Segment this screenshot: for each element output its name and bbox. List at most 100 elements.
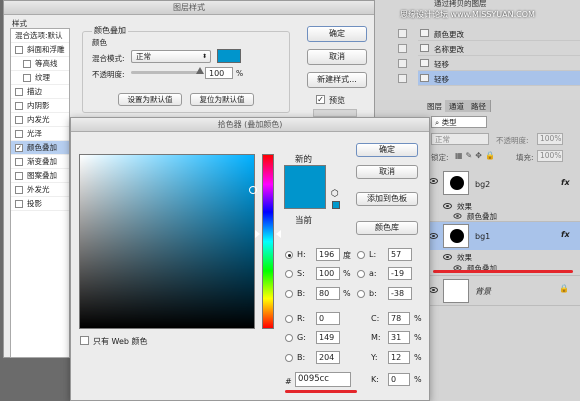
a-radio[interactable] <box>357 270 365 278</box>
style-item-outer-glow[interactable]: 外发光 <box>11 183 69 197</box>
color-libraries-button[interactable]: 颜色库 <box>356 221 418 235</box>
brightness-radio[interactable] <box>285 290 293 298</box>
style-item-gradient-overlay[interactable]: 渐变叠加 <box>11 155 69 169</box>
style-checkbox[interactable] <box>15 172 23 180</box>
set-default-button[interactable]: 设置为默认值 <box>118 93 182 106</box>
effect-eye-icon[interactable] <box>453 213 462 219</box>
hex-input[interactable]: 0095cc <box>295 372 351 387</box>
c-input[interactable]: 78 <box>388 312 410 325</box>
opacity-slider-thumb[interactable] <box>196 67 204 74</box>
style-item-inner-glow[interactable]: 内发光 <box>11 113 69 127</box>
history-checkbox[interactable] <box>398 59 407 68</box>
history-checkbox[interactable] <box>398 74 407 83</box>
history-item[interactable]: 轻移 <box>398 56 580 71</box>
lock-icons[interactable]: ▦✎✥🔒 <box>455 151 498 160</box>
y-input[interactable]: 12 <box>388 351 410 364</box>
style-item-drop-shadow[interactable]: 投影 <box>11 197 69 211</box>
history-item[interactable]: 颜色更改 <box>398 26 580 41</box>
layer-name[interactable]: bg1 <box>475 232 490 241</box>
style-item-contour[interactable]: 等高线 <box>11 57 69 71</box>
current-color-swatch[interactable] <box>284 187 326 209</box>
history-checkbox[interactable] <box>398 44 407 53</box>
l-radio[interactable] <box>357 251 365 259</box>
hue-slider[interactable] <box>262 154 274 329</box>
history-checkbox[interactable] <box>398 29 407 38</box>
style-checkbox[interactable] <box>15 186 23 194</box>
g-input[interactable]: 149 <box>316 331 340 344</box>
h-radio[interactable] <box>285 251 293 259</box>
cancel-button[interactable]: 取消 <box>356 165 418 179</box>
ok-button[interactable]: 确定 <box>356 143 418 157</box>
h-input[interactable]: 196 <box>316 248 340 261</box>
opacity-slider[interactable] <box>131 71 201 74</box>
cancel-button[interactable]: 取消 <box>307 49 367 65</box>
saturation-brightness-field[interactable] <box>79 154 257 329</box>
g-radio[interactable] <box>285 334 293 342</box>
kind-filter[interactable]: ⌕ 类型 <box>431 116 487 128</box>
fx-icon[interactable]: fx <box>561 178 570 187</box>
s-radio[interactable] <box>285 270 293 278</box>
visibility-eye-icon[interactable] <box>429 287 438 293</box>
effects-eye-icon[interactable] <box>443 203 452 209</box>
opacity-input[interactable]: 100 <box>205 67 233 79</box>
ok-button[interactable]: 确定 <box>307 26 367 42</box>
fx-icon[interactable]: fx <box>561 230 570 239</box>
l-input[interactable]: 57 <box>388 248 412 261</box>
overlay-color-swatch[interactable] <box>217 49 241 63</box>
s-input[interactable]: 100 <box>316 267 340 280</box>
r-input[interactable]: 0 <box>316 312 340 325</box>
fill-field[interactable]: 100% <box>537 150 563 162</box>
r-radio[interactable] <box>285 315 293 323</box>
new-style-button[interactable]: 新建样式... <box>307 72 367 88</box>
style-checkbox[interactable] <box>15 116 23 124</box>
style-checkbox[interactable] <box>15 88 23 96</box>
cube-icon[interactable]: ⬡ <box>331 189 339 199</box>
visibility-eye-icon[interactable] <box>429 233 438 239</box>
reset-default-button[interactable]: 复位为默认值 <box>190 93 254 106</box>
opacity-field[interactable]: 100% <box>537 133 563 145</box>
lab-b-input[interactable]: -38 <box>388 287 412 300</box>
field-marker[interactable] <box>249 185 257 194</box>
b-radio[interactable] <box>285 354 293 362</box>
preview-checkbox[interactable]: ✓ <box>316 95 325 104</box>
blend-mode-select[interactable]: 正常 ⬍ <box>131 50 211 63</box>
style-item-inner-shadow[interactable]: 内阴影 <box>11 99 69 113</box>
lab-b-radio[interactable] <box>357 290 365 298</box>
k-input[interactable]: 0 <box>388 373 410 386</box>
lock-label: 锁定: <box>431 153 449 162</box>
effects-eye-icon[interactable] <box>443 254 452 260</box>
brightness-input[interactable]: 80 <box>316 287 340 300</box>
style-item-texture[interactable]: 纹理 <box>11 71 69 85</box>
style-item-stroke[interactable]: 描边 <box>11 85 69 99</box>
style-checkbox[interactable] <box>15 158 23 166</box>
a-input[interactable]: -19 <box>388 267 412 280</box>
web-only-checkbox[interactable] <box>80 336 89 345</box>
layer-name[interactable]: bg2 <box>475 180 490 189</box>
b-input[interactable]: 204 <box>316 351 340 364</box>
hue-slider-right-arrow[interactable] <box>276 229 281 238</box>
history-item[interactable]: 名称更改 <box>398 41 580 56</box>
blend-mode-select[interactable]: 正常 <box>431 133 489 145</box>
style-checkbox[interactable] <box>15 46 23 54</box>
style-checkbox[interactable] <box>15 130 23 138</box>
history-item-selected[interactable]: 轻移 <box>398 71 580 86</box>
tab-paths[interactable]: 路径 <box>467 100 491 112</box>
tab-channels[interactable]: 通道 <box>445 100 469 112</box>
style-item-pattern-overlay[interactable]: 图案叠加 <box>11 169 69 183</box>
tab-layers[interactable]: 图层 <box>423 100 447 112</box>
style-item-bevel[interactable]: 斜面和浮雕 <box>11 43 69 57</box>
style-checkbox[interactable] <box>15 200 23 208</box>
hue-slider-left-arrow[interactable] <box>255 229 260 238</box>
blend-options-item[interactable]: 混合选项:默认 <box>11 29 69 43</box>
style-item-satin[interactable]: 光泽 <box>11 127 69 141</box>
style-checkbox[interactable] <box>23 74 31 82</box>
style-checkbox[interactable] <box>23 60 31 68</box>
style-checkbox[interactable] <box>15 102 23 110</box>
style-checkbox-checked[interactable]: ✓ <box>15 144 23 152</box>
layer-name[interactable]: 背景 <box>475 286 491 297</box>
style-item-color-overlay[interactable]: ✓ 颜色叠加 <box>11 141 69 155</box>
m-input[interactable]: 31 <box>388 331 410 344</box>
visibility-eye-icon[interactable] <box>429 178 438 184</box>
web-swatch[interactable] <box>332 201 340 209</box>
add-to-swatches-button[interactable]: 添加到色板 <box>356 192 418 206</box>
